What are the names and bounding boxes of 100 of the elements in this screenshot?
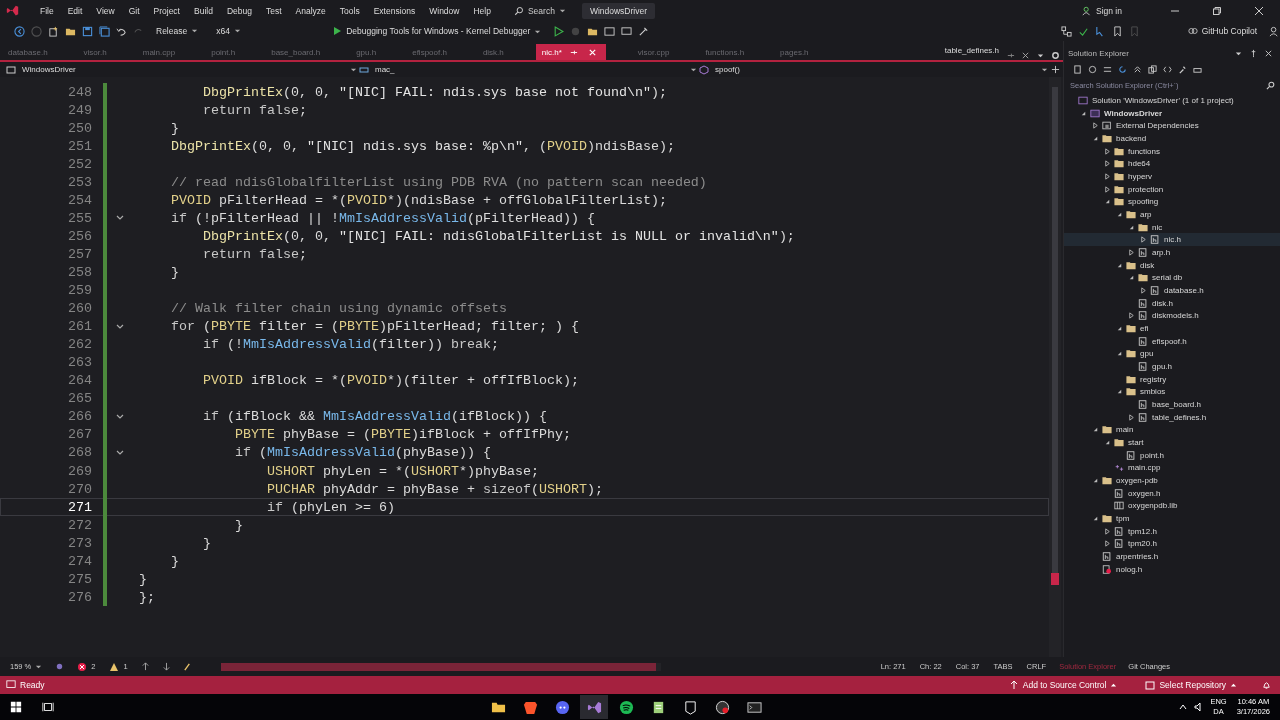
tree-item[interactable]: protection: [1064, 182, 1280, 196]
history-icon[interactable]: [1088, 64, 1097, 74]
tree-item[interactable]: base_board.h: [1064, 398, 1280, 411]
tree-item[interactable]: functions: [1064, 144, 1280, 158]
menu-item[interactable]: Edit: [60, 5, 90, 16]
file-tab[interactable]: table_defines.h: [944, 46, 999, 55]
project-dropdown[interactable]: WindowsDriver: [6, 64, 346, 75]
tree-item[interactable]: nic.h: [1064, 233, 1280, 247]
collapsed-icon[interactable]: [1140, 236, 1147, 244]
menu-item[interactable]: Window: [422, 5, 467, 16]
task-view-icon[interactable]: [42, 701, 54, 713]
search-button[interactable]: Search: [507, 5, 572, 16]
tree-item[interactable]: oxygenpdb.lib: [1064, 499, 1280, 513]
tree-item[interactable]: tpm: [1064, 512, 1280, 525]
tree-item[interactable]: spoofing: [1064, 195, 1280, 209]
restore-icon[interactable]: [1212, 5, 1222, 16]
menu-item[interactable]: View: [89, 5, 122, 16]
cleanup-icon[interactable]: [182, 662, 192, 671]
menu-item[interactable]: Project: [146, 5, 187, 16]
copilot-button[interactable]: GitHub Copilot: [1181, 25, 1263, 37]
close-icon[interactable]: [1254, 5, 1264, 16]
window-icon[interactable]: [604, 25, 616, 37]
tree-item[interactable]: Solution 'WindowsDriver' (1 of 1 project): [1064, 94, 1280, 107]
save-all-icon[interactable]: [99, 25, 110, 37]
tree-item[interactable]: disk.h: [1064, 296, 1280, 310]
close-icon[interactable]: [1264, 48, 1273, 58]
pin-icon[interactable]: [1249, 48, 1258, 58]
tree-item[interactable]: backend: [1064, 132, 1280, 145]
arrow-up-icon[interactable]: [140, 662, 150, 671]
message-icon[interactable]: [6, 680, 16, 690]
tree-item[interactable]: efispoof.h: [1064, 334, 1280, 348]
menu-item[interactable]: File: [33, 5, 61, 16]
repository-button[interactable]: Select Repository: [1139, 679, 1243, 691]
menu-item[interactable]: Extensions: [366, 5, 423, 16]
tree-item[interactable]: arpentries.h: [1064, 550, 1280, 563]
wrench-icon[interactable]: [1178, 64, 1187, 74]
search-icon[interactable]: [1266, 80, 1275, 90]
collapsed-icon[interactable]: [1104, 172, 1111, 180]
caret-icon[interactable]: [1041, 66, 1048, 73]
menu-item[interactable]: Test: [258, 5, 289, 16]
tree-item[interactable]: WindowsDriver: [1064, 106, 1280, 120]
save-icon[interactable]: [82, 25, 93, 37]
expanded-icon[interactable]: [1116, 350, 1123, 358]
sync-icon[interactable]: [1103, 64, 1112, 74]
tree-item[interactable]: gpu.h: [1064, 360, 1280, 373]
new-item-icon[interactable]: [48, 25, 59, 37]
tree-item[interactable]: hde64: [1064, 157, 1280, 171]
collapsed-icon[interactable]: [1092, 122, 1099, 130]
collapse-all-icon[interactable]: [1133, 64, 1142, 74]
menu-item[interactable]: Help: [466, 5, 498, 16]
feedback-icon[interactable]: [1269, 25, 1280, 37]
windows-start-icon[interactable]: [10, 701, 22, 713]
arrow-down-icon[interactable]: [161, 662, 171, 671]
tree-item[interactable]: disk: [1064, 258, 1280, 272]
tree-item[interactable]: nolog.h: [1064, 562, 1280, 576]
file-tab[interactable]: nic.h*: [535, 44, 606, 60]
horizontal-scrollbar[interactable]: [220, 662, 661, 671]
settings-icon[interactable]: [1051, 51, 1060, 60]
back-icon[interactable]: [14, 25, 25, 37]
menu-item[interactable]: Debug: [219, 5, 259, 16]
tree-item[interactable]: main: [1064, 423, 1280, 437]
menu-item[interactable]: Build: [187, 5, 220, 16]
collapsed-icon[interactable]: [1128, 312, 1135, 320]
tree-item[interactable]: main.cpp: [1064, 461, 1280, 475]
copy-icon[interactable]: [1148, 64, 1157, 74]
expanded-icon[interactable]: [1092, 477, 1099, 484]
tree-item[interactable]: database.h: [1064, 284, 1280, 297]
menu-item[interactable]: Git: [121, 5, 147, 16]
collapsed-icon[interactable]: [1104, 160, 1111, 168]
expanded-icon[interactable]: [1116, 388, 1123, 396]
expanded-icon[interactable]: [1092, 515, 1099, 522]
expanded-icon[interactable]: [1104, 198, 1111, 206]
tree-item[interactable]: tpm20.h: [1064, 537, 1280, 551]
collapsed-icon[interactable]: [1104, 540, 1111, 548]
configuration-dropdown[interactable]: Release: [150, 26, 205, 36]
play-icon[interactable]: [553, 25, 565, 37]
undo-icon[interactable]: [116, 25, 127, 37]
tool-icon[interactable]: [638, 25, 650, 37]
tree-item[interactable]: point.h: [1064, 448, 1280, 462]
code-icon[interactable]: [1163, 64, 1172, 74]
tree-item[interactable]: tpm12.h: [1064, 524, 1280, 538]
collapsed-icon[interactable]: [1140, 286, 1147, 294]
tree-item[interactable]: oxygen-pdb: [1064, 474, 1280, 487]
chevron-up-icon[interactable]: [1178, 702, 1189, 712]
start-debugger-button[interactable]: Debugging Tools for Windows - Kernel Debugger: [326, 25, 548, 37]
tree-item[interactable]: nic: [1064, 220, 1280, 234]
tree-item[interactable]: serial db: [1064, 271, 1280, 285]
tree-item[interactable]: hyperv: [1064, 170, 1280, 183]
tree-item[interactable]: start: [1064, 436, 1280, 449]
collapsed-icon[interactable]: [1128, 413, 1135, 421]
tree-item[interactable]: registry: [1064, 372, 1280, 386]
tree-item[interactable]: arp.h: [1064, 246, 1280, 259]
expanded-icon[interactable]: [1092, 426, 1099, 434]
tree-item[interactable]: smbios: [1064, 385, 1280, 399]
tree-item[interactable]: diskmodels.h: [1064, 309, 1280, 323]
collapsed-icon[interactable]: [1104, 527, 1111, 535]
tree-item[interactable]: efi: [1064, 322, 1280, 335]
collapsed-icon[interactable]: [1104, 147, 1111, 155]
refresh-icon[interactable]: [1118, 64, 1127, 74]
expanded-icon[interactable]: [1128, 274, 1135, 282]
